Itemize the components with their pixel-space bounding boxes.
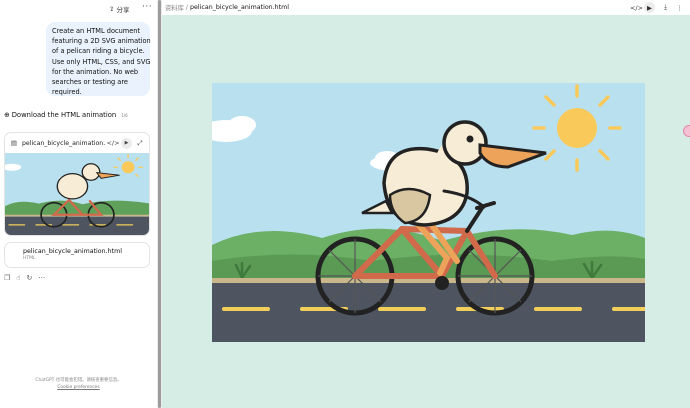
scrollbar-handle[interactable]: [158, 0, 161, 408]
cookie-preferences-link[interactable]: Cookie preferences: [0, 385, 157, 390]
play-icon[interactable]: ▶: [121, 137, 132, 149]
breadcrumb-library[interactable]: 资料库: [165, 3, 184, 12]
play-icon[interactable]: ▶: [644, 2, 655, 13]
disclaimer-text: ChatGPT 也可能会犯错。请核查重要信息。: [35, 378, 122, 383]
preview-panel: 资料库 / pelican_bicycle_animation.html </>…: [162, 0, 690, 408]
globe-icon: ⊕: [4, 111, 10, 119]
pelican-eye: [466, 135, 474, 143]
message-line: of a pelican riding a bicycle.: [52, 47, 145, 56]
download-title: Download the HTML animation: [11, 111, 117, 119]
more-options-button[interactable]: ···: [142, 2, 152, 12]
download-heading: ⊕ Download the HTML animation 1/6: [4, 111, 128, 119]
more-icon[interactable]: ⋮: [674, 2, 685, 13]
road: [212, 283, 645, 342]
artifact-preview: [5, 153, 149, 235]
copy-icon[interactable]: ❐: [4, 274, 10, 282]
regenerate-icon[interactable]: ↻: [27, 274, 33, 282]
file-attachment[interactable]: pelican_bicycle_animation.html HTML: [4, 242, 150, 268]
more-icon[interactable]: ···: [38, 274, 45, 282]
message-line: for the animation. No web: [52, 67, 139, 76]
preview-toolbar: 资料库 / pelican_bicycle_animation.html </>…: [162, 0, 690, 15]
message-line: required.: [52, 88, 82, 97]
artifact-filename: pelican_bicycle_animation.html: [22, 139, 105, 147]
file-type: HTML: [23, 256, 36, 261]
user-message-bubble: Create an HTML document featuring a 2D S…: [46, 22, 151, 97]
expand-icon[interactable]: ⤢: [135, 138, 145, 148]
artifact-card-header: ▤ pelican_bicycle_animation.html </> ▶ ⤢: [5, 133, 149, 153]
artifact-card[interactable]: ▤ pelican_bicycle_animation.html </> ▶ ⤢: [4, 132, 150, 236]
share-label: 分享: [116, 5, 130, 14]
pelican-animation-canvas: [212, 83, 645, 342]
code-icon[interactable]: </>: [106, 138, 119, 148]
file-name: pelican_bicycle_animation.html: [23, 248, 122, 255]
message-line: Use only HTML, CSS, and SVG: [52, 57, 151, 66]
share-icon: ⇪: [109, 4, 115, 13]
breadcrumb-file: pelican_bicycle_animation.html: [190, 4, 290, 11]
message-line: featuring a 2D SVG animation: [52, 37, 151, 46]
breadcrumb-separator: /: [185, 4, 189, 11]
download-badge: 1/6: [121, 112, 128, 118]
message-line: Create an HTML document: [52, 27, 141, 35]
code-icon[interactable]: </>: [630, 2, 643, 13]
chat-panel: ⇪ 分享 ··· Create an HTML document featuri…: [0, 0, 157, 408]
file-icon: ▤: [10, 139, 18, 147]
crank: [435, 276, 449, 290]
floating-assistant-button[interactable]: [683, 125, 690, 137]
pelican-head: [442, 120, 488, 166]
message-actions: ❐ ☝ ↻ ···: [4, 274, 45, 282]
thumbs-up-icon[interactable]: ☝: [16, 274, 20, 282]
download-icon[interactable]: ⤓: [660, 2, 671, 13]
message-line: searches or testing are: [52, 78, 128, 87]
share-button[interactable]: ⇪ 分享: [109, 3, 129, 14]
